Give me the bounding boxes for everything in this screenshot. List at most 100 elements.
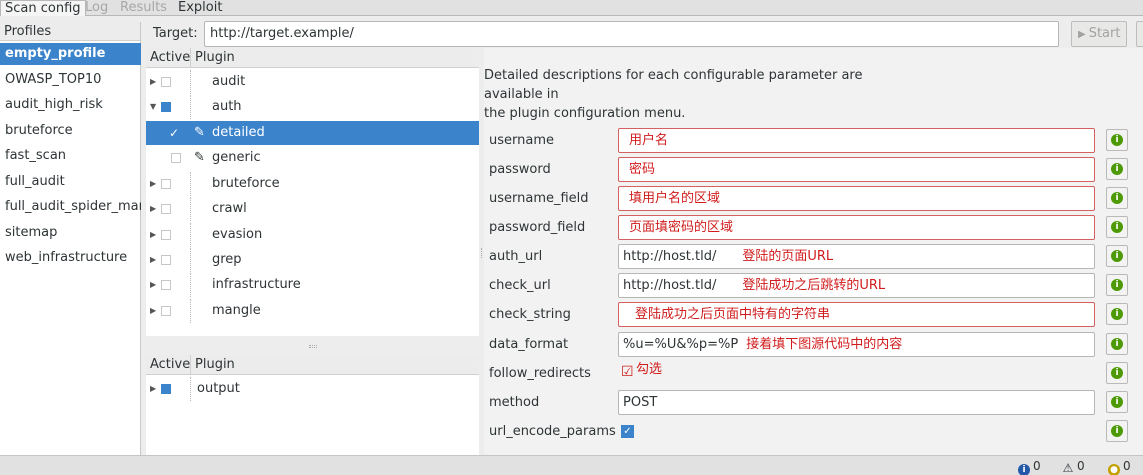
tree-row[interactable]: ▶ bruteforce	[146, 172, 479, 196]
expand-icon[interactable]: ▶	[150, 197, 156, 221]
username-field-field[interactable]: 填用户名的区域	[618, 186, 1095, 211]
main-tabbar: Scan config Log Results Exploit	[0, 0, 1143, 16]
column-plugin[interactable]: Plugin	[190, 48, 235, 68]
url-encode-params-checkbox[interactable]: ✓	[621, 425, 634, 438]
column-active[interactable]: Active	[150, 48, 190, 68]
check-icon[interactable]: ✓	[169, 121, 179, 140]
profile-item[interactable]: web_infrastructure	[0, 247, 141, 269]
plugin-tree-header: Active Plugin	[146, 48, 479, 68]
profile-item[interactable]: sitemap	[0, 222, 141, 244]
info-status[interactable]: i0	[1018, 459, 1041, 475]
help-button[interactable]: i	[1106, 420, 1128, 442]
help-button[interactable]: i	[1106, 187, 1128, 209]
bug-icon: ●	[1108, 464, 1120, 475]
data-format-field[interactable]: %u=%U&%p=%P 接着填下图源代码中的内容	[618, 332, 1095, 357]
param-label: auth_url	[489, 249, 543, 264]
follow-redirects-checkbox[interactable]: ☑	[621, 365, 634, 379]
help-button[interactable]: i	[1106, 158, 1128, 180]
tree-row[interactable]: ▶ mangle	[146, 299, 479, 323]
profile-item[interactable]: audit_high_risk	[0, 94, 141, 116]
plugin-name: generic	[212, 150, 261, 165]
collapse-icon[interactable]: ▼	[150, 95, 156, 119]
tree-guide	[190, 299, 191, 323]
expand-icon[interactable]: ▶	[150, 223, 156, 247]
param-label: username	[489, 133, 554, 148]
plugin-name: mangle	[212, 303, 261, 318]
checkbox[interactable]	[161, 306, 171, 316]
help-button[interactable]: i	[1106, 303, 1128, 325]
warning-icon: ⚠	[1062, 461, 1074, 475]
tab-exploit[interactable]: Exploit	[174, 0, 226, 16]
help-button[interactable]: i	[1106, 216, 1128, 238]
toolbar-extra-button[interactable]	[1136, 21, 1143, 47]
expand-icon[interactable]: ▶	[150, 273, 156, 297]
annotation-note: 用户名	[629, 133, 669, 148]
checkbox-partial[interactable]	[161, 384, 171, 394]
password-field[interactable]: 密码	[618, 157, 1095, 182]
column-active[interactable]: Active	[150, 355, 190, 375]
checkbox-partial[interactable]	[161, 102, 171, 112]
plugin-name: detailed	[212, 125, 265, 140]
expand-icon[interactable]: ▶	[150, 248, 156, 272]
tab-results[interactable]: Results	[116, 0, 171, 16]
help-button[interactable]: i	[1106, 129, 1128, 151]
checkbox[interactable]	[161, 280, 171, 290]
profile-item[interactable]: full_audit_spider_man	[0, 196, 141, 218]
horizontal-splitter[interactable]	[146, 340, 479, 352]
tree-row[interactable]: ▶ audit	[146, 70, 479, 94]
warning-status[interactable]: ⚠ 0	[1062, 459, 1085, 474]
profile-item[interactable]: empty_profile	[0, 43, 141, 65]
plugin-name: infrastructure	[212, 277, 301, 292]
field-value: http://host.tld/	[623, 278, 717, 293]
info-count: 0	[1033, 459, 1041, 473]
auth-url-field[interactable]: http://host.tld/登陆的页面URL	[618, 244, 1095, 269]
target-input[interactable]: http://target.example/	[204, 21, 1059, 47]
password-field-field[interactable]: 页面填密码的区域	[618, 215, 1095, 240]
plugin-name: crawl	[212, 201, 247, 216]
checkbox[interactable]	[161, 179, 171, 189]
tree-guide	[190, 172, 191, 196]
checkbox[interactable]	[161, 230, 171, 240]
check-url-field[interactable]: http://host.tld/登陆成功之后跳转的URL	[618, 273, 1095, 298]
start-button[interactable]: ▶ Start	[1071, 21, 1127, 47]
plugin-tree: Active Plugin ▶ audit ▼ auth ✓ ✎ detaile…	[146, 48, 479, 336]
plugin-name: bruteforce	[212, 176, 280, 191]
username-field[interactable]: 用户名	[618, 128, 1095, 153]
checkbox[interactable]	[161, 255, 171, 265]
help-button[interactable]: i	[1106, 274, 1128, 296]
bug-status[interactable]: ● 0	[1108, 459, 1131, 475]
checkbox[interactable]	[161, 77, 171, 87]
tree-row[interactable]: ▶ infrastructure	[146, 273, 479, 297]
expand-icon[interactable]: ▶	[150, 377, 156, 401]
help-button[interactable]: i	[1106, 333, 1128, 355]
help-button[interactable]: i	[1106, 362, 1128, 384]
expand-icon[interactable]: ▶	[150, 70, 156, 94]
help-button[interactable]: i	[1106, 245, 1128, 267]
check-string-field[interactable]: 登陆成功之后页面中特有的字符串	[618, 302, 1095, 327]
profile-item[interactable]: fast_scan	[0, 145, 141, 167]
help-button[interactable]: i	[1106, 391, 1128, 413]
annotation-note: 登陆成功之后页面中特有的字符串	[635, 307, 831, 322]
warning-count: 0	[1077, 459, 1085, 473]
tree-row[interactable]: ▼ auth	[146, 95, 479, 119]
tree-row[interactable]: ▶ output	[146, 377, 479, 401]
param-label: check_url	[489, 278, 551, 293]
tree-row[interactable]: ▶ grep	[146, 248, 479, 272]
profile-item[interactable]: full_audit	[0, 171, 141, 193]
expand-icon[interactable]: ▶	[150, 299, 156, 323]
tree-row[interactable]: ✎ generic	[146, 146, 479, 170]
method-field[interactable]: POST	[618, 390, 1095, 415]
profile-item[interactable]: OWASP_TOP10	[0, 69, 141, 91]
column-plugin[interactable]: Plugin	[190, 355, 235, 375]
tree-row[interactable]: ▶ evasion	[146, 223, 479, 247]
tab-scan-config[interactable]: Scan config	[0, 0, 86, 16]
field-value: POST	[623, 395, 658, 410]
param-label: password_field	[489, 220, 586, 235]
tree-row[interactable]: ▶ crawl	[146, 197, 479, 221]
expand-icon[interactable]: ▶	[150, 172, 156, 196]
checkbox[interactable]	[161, 204, 171, 214]
tree-row[interactable]: ✓ ✎ detailed	[146, 121, 479, 145]
checkbox[interactable]	[171, 153, 181, 163]
tab-log[interactable]: Log	[81, 0, 112, 16]
profile-item[interactable]: bruteforce	[0, 120, 141, 142]
